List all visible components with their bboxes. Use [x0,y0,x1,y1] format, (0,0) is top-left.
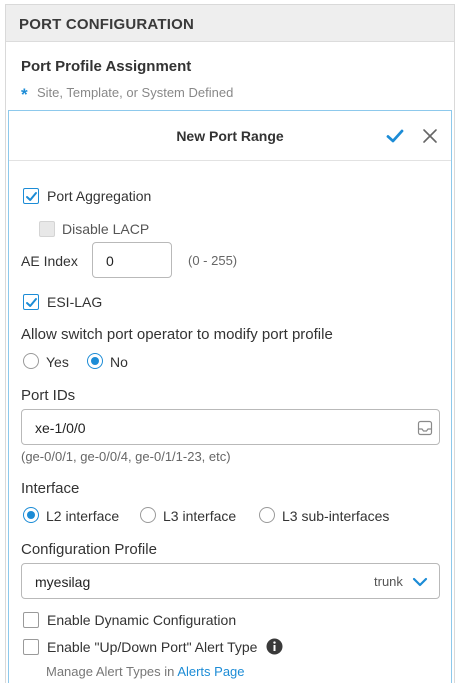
dynamic-config-label: Enable Dynamic Configuration [47,612,237,628]
allow-modify-yes-radio[interactable] [23,353,39,369]
section-header: PORT CONFIGURATION [6,5,454,42]
ae-index-value: 0 [106,253,114,269]
close-button[interactable] [421,127,439,145]
port-profile-hint: Site, Template, or System Defined [37,85,234,100]
section-title: PORT CONFIGURATION [19,16,194,33]
ae-index-label: AE Index [21,253,78,269]
chevron-down-icon [412,577,428,587]
interface-l2-label: L2 interface [46,508,120,524]
info-icon[interactable] [266,638,283,655]
esi-lag-checkbox[interactable] [23,294,39,310]
configuration-profile-tag: trunk [374,574,403,589]
port-ids-value: xe-1/0/0 [35,420,86,436]
port-configuration-section: PORT CONFIGURATION Port Profile Assignme… [5,4,455,683]
alerts-page-link[interactable]: Alerts Page [177,664,244,679]
interface-l3-radio[interactable] [140,507,156,523]
allow-modify-no-radio[interactable] [87,353,103,369]
disable-lacp-checkbox[interactable] [39,221,55,237]
manage-alerts-text: Manage Alert Types in Alerts Page [46,664,245,679]
checkmark-icon [386,129,404,143]
configuration-profile-label: Configuration Profile [21,541,157,558]
ae-index-input[interactable]: 0 [92,242,172,278]
port-ids-label: Port IDs [21,387,76,404]
port-list-icon[interactable] [417,420,433,436]
port-aggregation-checkbox[interactable] [23,188,39,204]
allow-modify-yes-label: Yes [46,354,69,370]
interface-l3-label: L3 interface [163,508,237,524]
dynamic-config-checkbox[interactable] [23,612,39,628]
alert-type-label: Enable "Up/Down Port" Alert Type [47,639,258,655]
checkmark-icon [26,298,37,307]
allow-modify-no-label: No [110,354,128,370]
configuration-profile-select[interactable]: myesilag trunk [21,563,440,599]
port-ids-input[interactable]: xe-1/0/0 [21,409,440,445]
interface-l3-sub-label: L3 sub-interfaces [282,508,390,524]
allow-modify-label: Allow switch port operator to modify por… [21,326,333,343]
panel-header: New Port Range [9,111,451,161]
alert-type-checkbox[interactable] [23,639,39,655]
configuration-profile-value: myesilag [35,574,91,590]
port-ids-hint: (ge-0/0/1, ge-0/0/4, ge-0/1/1-23, etc) [21,449,231,464]
port-profile-title: Port Profile Assignment [21,58,192,75]
disable-lacp-label: Disable LACP [62,221,150,237]
interface-label: Interface [21,480,80,497]
close-icon [423,129,437,143]
interface-l3-sub-radio[interactable] [259,507,275,523]
confirm-button[interactable] [384,125,406,147]
checkmark-icon [26,192,37,201]
port-aggregation-label: Port Aggregation [47,188,152,204]
manage-alerts-prefix: Manage Alert Types in [46,664,175,679]
new-port-range-panel: New Port Range Port Aggregation Disable … [8,110,452,683]
esi-lag-label: ESI-LAG [47,294,103,310]
interface-l2-radio[interactable] [23,507,39,523]
ae-index-range: (0 - 255) [188,253,238,268]
asterisk-icon: * [21,85,28,104]
